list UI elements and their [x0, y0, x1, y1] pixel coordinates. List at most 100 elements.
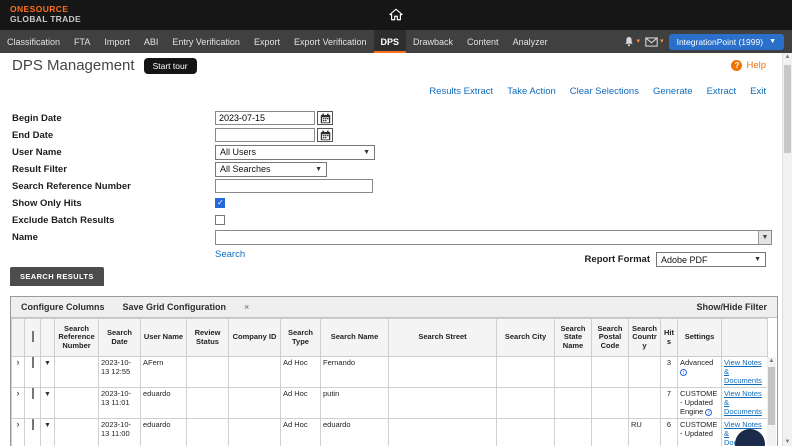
show-only-hits-checkbox[interactable]	[215, 198, 225, 208]
user-name-select[interactable]: All Users ▼	[215, 145, 375, 160]
cell-review-status	[187, 419, 229, 446]
results-table: Search Reference Number Search Date User…	[11, 318, 768, 446]
name-label: Name	[12, 232, 215, 243]
extract-link[interactable]: Extract	[707, 86, 737, 97]
save-grid-configuration-button[interactable]: Save Grid Configuration	[123, 302, 227, 312]
col-review-status: Review Status	[187, 319, 229, 357]
settings-info-icon[interactable]: i	[705, 409, 712, 416]
user-name-select-caret-icon: ▼	[357, 149, 370, 156]
results-grid: Configure Columns Save Grid Configuratio…	[10, 296, 778, 446]
row-menu-caret-icon[interactable]: ▼	[44, 360, 51, 367]
col-search-name: Search Name	[321, 319, 389, 357]
exclude-batch-results-row: Exclude Batch Results	[12, 213, 774, 227]
nav-item-drawback[interactable]: Drawback	[406, 30, 460, 53]
cell-search-type: Ad Hoc	[281, 388, 321, 419]
cell-settings: Advanced i	[678, 357, 722, 388]
grid-close-icon[interactable]: ×	[244, 302, 249, 312]
nav-item-dps[interactable]: DPS	[374, 30, 407, 53]
begin-date-calendar-icon[interactable]	[317, 111, 333, 125]
bell-dropdown-caret-icon: ▾	[637, 38, 641, 45]
col-settings: Settings	[678, 319, 722, 357]
search-link[interactable]: Search	[215, 249, 245, 260]
generate-link[interactable]: Generate	[653, 86, 693, 97]
cell-search-type: Ad Hoc	[281, 357, 321, 388]
clear-selections-link[interactable]: Clear Selections	[570, 86, 639, 97]
col-search-country: Search Country	[629, 319, 661, 357]
end-date-calendar-icon[interactable]	[317, 128, 333, 142]
cell-search-postal-code	[592, 357, 629, 388]
help-question-icon: ?	[731, 60, 742, 71]
view-notes-documents-link[interactable]: View Notes & Documents	[724, 358, 762, 385]
row-checkbox[interactable]	[32, 419, 34, 430]
report-format-select[interactable]: Adobe PDF ▼	[656, 252, 766, 267]
report-format-selected-value: Adobe PDF	[661, 255, 708, 265]
begin-date-input[interactable]	[215, 111, 315, 125]
nav-item-import[interactable]: Import	[97, 30, 137, 53]
help-label: Help	[746, 60, 766, 71]
col-user-name: User Name	[141, 319, 187, 357]
page-scroll-down-icon[interactable]: ▼	[783, 439, 792, 445]
nav-item-abi[interactable]: ABI	[137, 30, 166, 53]
action-links-row: Results Extract Take Action Clear Select…	[429, 86, 766, 97]
row-checkbox[interactable]	[32, 357, 34, 368]
messages-mail-icon[interactable]: ▾	[645, 37, 664, 47]
user-name-label: User Name	[12, 147, 215, 158]
grid-scroll-up-icon[interactable]: ▲	[767, 357, 776, 366]
result-filter-select[interactable]: All Searches ▼	[215, 162, 327, 177]
nav-item-fta[interactable]: FTA	[67, 30, 97, 53]
col-search-postal-code: Search Postal Code	[592, 319, 629, 357]
cell-company-id	[229, 388, 281, 419]
grid-scrollbar[interactable]: ▲	[767, 357, 776, 446]
cell-search-country	[629, 357, 661, 388]
col-hits: Hits	[661, 319, 678, 357]
end-date-input[interactable]	[215, 128, 315, 142]
tab-search-results[interactable]: SEARCH RESULTS	[10, 267, 104, 286]
view-notes-documents-link[interactable]: View Notes & Documents	[724, 389, 762, 416]
grid-scroll-thumb[interactable]	[768, 367, 775, 425]
configure-columns-button[interactable]: Configure Columns	[21, 302, 105, 312]
cell-search-city	[497, 419, 555, 446]
cell-search-date: 2023-10-13 12:55	[99, 357, 141, 388]
cell-search-reference-number	[55, 419, 99, 446]
row-menu-caret-icon[interactable]: ▼	[44, 391, 51, 398]
settings-info-icon[interactable]: i	[680, 369, 687, 376]
nav-item-analyzer[interactable]: Analyzer	[506, 30, 555, 53]
nav-item-export[interactable]: Export	[247, 30, 287, 53]
cell-search-postal-code	[592, 388, 629, 419]
page-scrollbar[interactable]: ▲ ▼	[782, 53, 792, 446]
nav-item-classification[interactable]: Classification	[0, 30, 67, 53]
user-name-row: User Name All Users ▼	[12, 145, 774, 159]
name-combobox-caret-icon[interactable]: ▼	[758, 231, 771, 244]
cell-search-type: Ad Hoc	[281, 419, 321, 446]
home-icon[interactable]	[389, 8, 403, 26]
name-row: Name ▼	[12, 230, 774, 244]
page-scroll-up-icon[interactable]: ▲	[783, 54, 792, 60]
row-menu-caret-icon[interactable]: ▼	[44, 422, 51, 429]
exit-link[interactable]: Exit	[750, 86, 766, 97]
account-menu-button[interactable]: IntegrationPoint (1999) ▼	[669, 34, 784, 50]
search-reference-number-input[interactable]	[215, 179, 373, 193]
cell-search-street	[389, 357, 497, 388]
brand-line2: GLOBAL TRADE	[10, 15, 81, 25]
page-title: DPS Management	[12, 57, 135, 74]
row-expand-icon[interactable]: ›	[17, 388, 20, 398]
name-combobox[interactable]: ▼	[215, 230, 772, 245]
exclude-batch-results-checkbox[interactable]	[215, 215, 225, 225]
select-all-checkbox[interactable]	[32, 331, 34, 342]
row-expand-icon[interactable]: ›	[17, 357, 20, 367]
row-checkbox[interactable]	[32, 388, 34, 399]
col-search-reference-number: Search Reference Number	[55, 319, 99, 357]
nav-item-export-verification[interactable]: Export Verification	[287, 30, 374, 53]
help-link[interactable]: ? Help	[731, 60, 766, 71]
mail-dropdown-caret-icon: ▾	[660, 38, 664, 45]
notifications-bell-icon[interactable]: ▾	[623, 35, 641, 48]
results-extract-link[interactable]: Results Extract	[429, 86, 493, 97]
start-tour-button[interactable]: Start tour	[144, 58, 197, 74]
nav-item-entry-verification[interactable]: Entry Verification	[165, 30, 247, 53]
row-expand-icon[interactable]: ›	[17, 419, 20, 429]
show-hide-filter-button[interactable]: Show/Hide Filter	[696, 302, 767, 312]
nav-item-content[interactable]: Content	[460, 30, 506, 53]
search-filter-form: Begin Date End Date User Name All Users …	[12, 111, 774, 264]
take-action-link[interactable]: Take Action	[507, 86, 556, 97]
page-scroll-thumb[interactable]	[784, 65, 791, 153]
